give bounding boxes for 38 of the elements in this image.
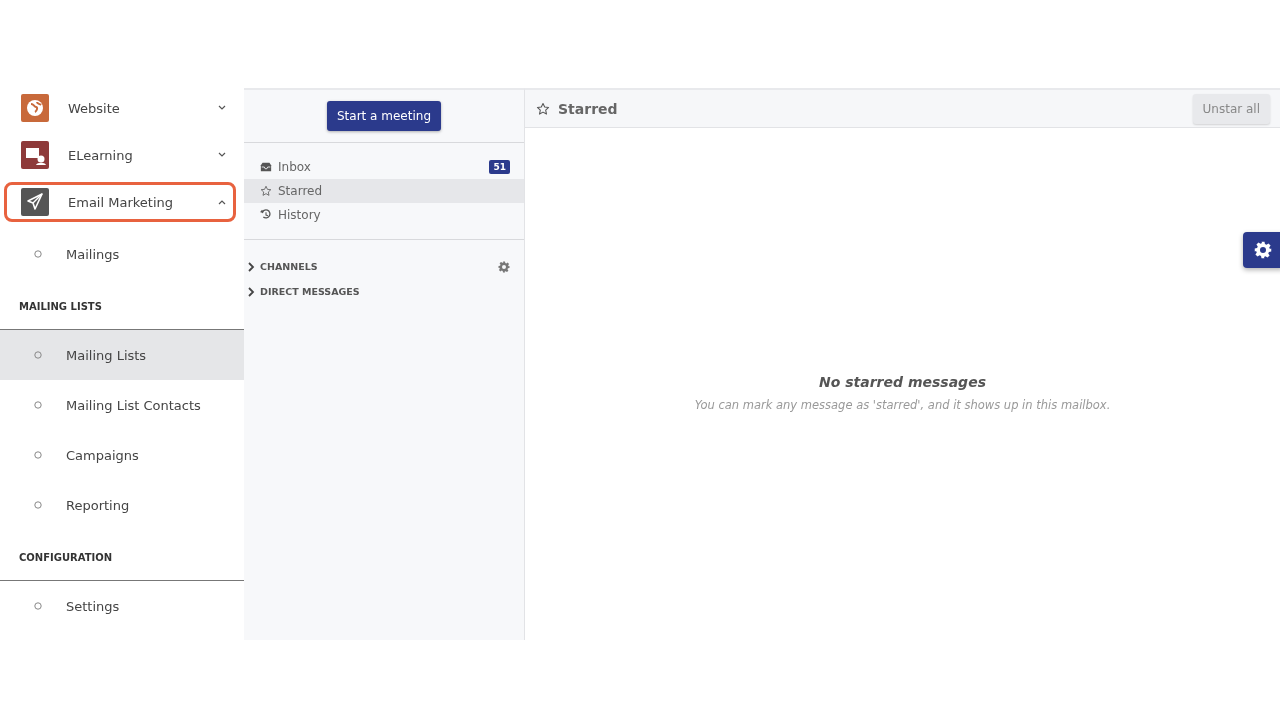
circle-icon	[34, 501, 42, 509]
star-icon	[260, 185, 272, 197]
channel-settings-button[interactable]	[498, 260, 510, 273]
menu-item[interactable]: Campaigns	[0, 430, 244, 480]
paper-plane-icon	[21, 188, 49, 216]
page-title: Starred	[558, 100, 619, 117]
mailbox-item[interactable]: Inbox 51	[244, 155, 524, 179]
mailbox-item[interactable]: History	[244, 203, 524, 227]
group-toggle[interactable]: CHANNELS	[247, 261, 498, 272]
history-icon	[260, 209, 272, 221]
circle-icon	[34, 451, 42, 459]
settings-icon	[498, 260, 510, 273]
settings-icon	[1254, 241, 1272, 259]
globe-icon	[21, 94, 49, 122]
star-icon	[536, 101, 550, 116]
app-menu-item[interactable]: ELearning	[4, 135, 236, 175]
empty-state-title: No starred messages	[819, 374, 986, 390]
circle-icon	[34, 351, 42, 359]
chevron-right-icon	[247, 261, 255, 272]
app-menu-item[interactable]: Website	[4, 88, 236, 128]
inbox-icon	[260, 161, 272, 173]
menu-item[interactable]: Mailings	[0, 229, 244, 279]
app-menu-item[interactable]: Email Marketing	[4, 182, 236, 222]
menu-item[interactable]: Reporting	[0, 480, 244, 530]
presentation-icon	[21, 141, 49, 169]
start-meeting-button[interactable]: Start a meeting	[327, 101, 441, 131]
menu-item[interactable]: Settings	[0, 581, 244, 631]
settings-button[interactable]	[1243, 232, 1280, 268]
menu-item[interactable]: Mailing List Contacts	[0, 380, 244, 430]
chevron-right-icon	[247, 286, 255, 297]
unread-count: 51	[489, 160, 510, 174]
mailbox-item[interactable]: Starred	[244, 179, 524, 203]
circle-icon	[34, 250, 42, 258]
circle-icon	[34, 602, 42, 610]
menu-item[interactable]: Mailing Lists	[0, 330, 244, 380]
empty-state-text: You can mark any message as 'starred', and it shows up in this mailbox.	[694, 398, 1111, 412]
group-toggle[interactable]: DIRECT MESSAGES	[247, 286, 510, 297]
circle-icon	[34, 401, 42, 409]
